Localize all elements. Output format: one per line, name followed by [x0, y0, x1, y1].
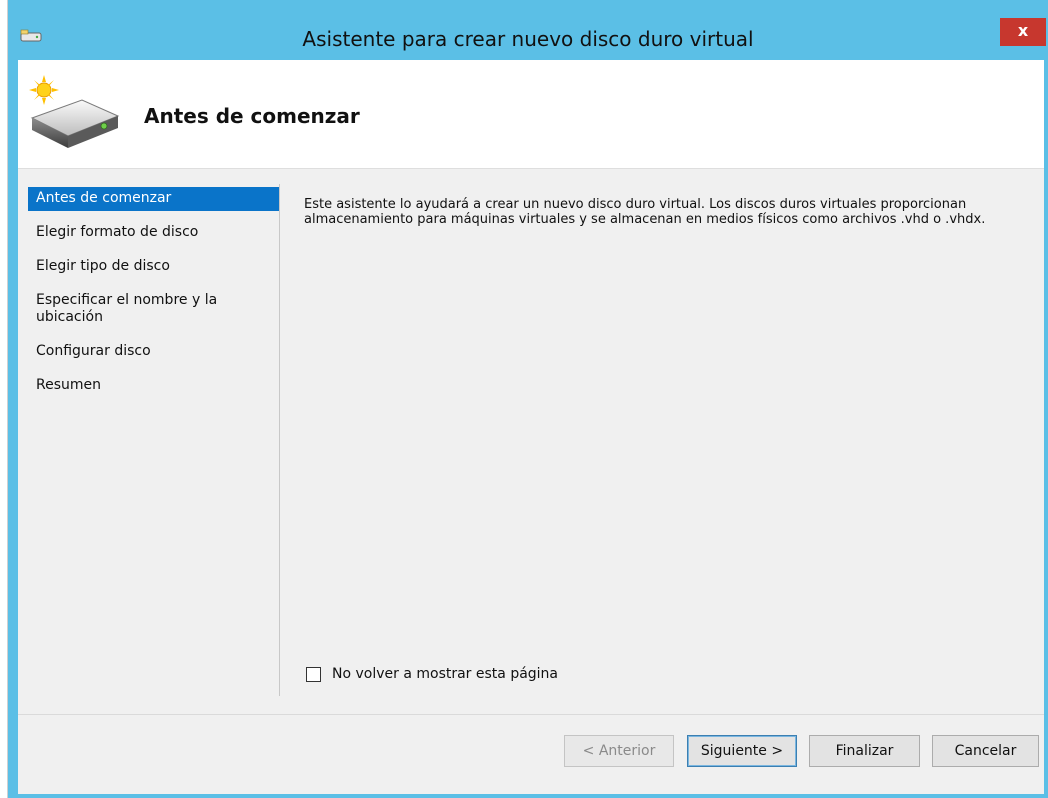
title-bar[interactable]: Asistente para crear nuevo disco duro vi… [8, 0, 1048, 60]
wizard-header: Antes de comenzar [18, 60, 1044, 169]
window-title: Asistente para crear nuevo disco duro vi… [302, 27, 754, 51]
nav-item-nombre-ubicacion[interactable]: Especificar el nombre y la ubicación [28, 289, 234, 330]
nav-item-elegir-tipo[interactable]: Elegir tipo de disco [28, 255, 280, 279]
nav-item-antes-de-comenzar[interactable]: Antes de comenzar [28, 187, 280, 211]
dont-show-again-label[interactable]: No volver a mostrar esta página [332, 666, 558, 682]
page-title: Antes de comenzar [144, 104, 360, 128]
nav-item-elegir-formato[interactable]: Elegir formato de disco [28, 221, 280, 245]
dont-show-again-checkbox[interactable] [306, 666, 321, 682]
nav-divider [279, 184, 280, 696]
cancel-button[interactable]: Cancelar [932, 735, 1039, 767]
nav-item-configurar-disco[interactable]: Configurar disco [28, 340, 280, 364]
close-button[interactable]: x [1000, 18, 1046, 46]
wizard-steps-nav: Antes de comenzar Elegir formato de disc… [28, 187, 280, 408]
finish-button[interactable]: Finalizar [809, 735, 920, 767]
previous-button[interactable]: < Anterior [564, 735, 674, 767]
background-edge [0, 0, 8, 798]
description-text: Este asistente lo ayudará a crear un nue… [304, 197, 986, 227]
nav-item-resumen[interactable]: Resumen [28, 374, 280, 398]
next-button[interactable]: Siguiente > [687, 735, 797, 767]
new-hard-disk-icon [24, 74, 124, 154]
footer-divider [18, 714, 1044, 715]
wizard-window: Asistente para crear nuevo disco duro vi… [8, 0, 1048, 798]
dont-show-again-row[interactable]: No volver a mostrar esta página [306, 666, 558, 682]
client-area: Antes de comenzar Antes de comenzar Eleg… [18, 60, 1044, 794]
